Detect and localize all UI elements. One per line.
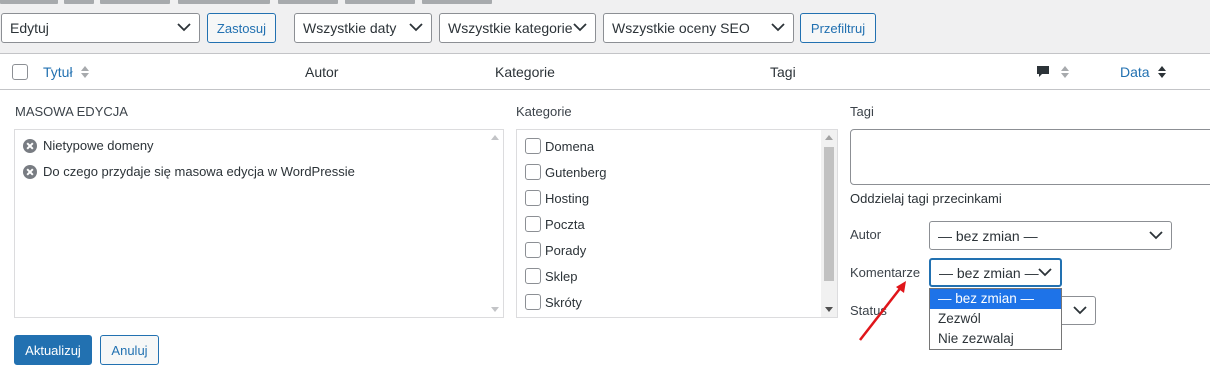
comments-dropdown-list: — bez zmian — Zezwól Nie zezwalaj [929,288,1062,350]
category-item[interactable]: Gutenberg [525,164,606,180]
column-author: Autor [305,64,339,80]
cancel-button[interactable]: Anuluj [100,335,159,365]
category-checkbox[interactable] [525,268,541,284]
tags-label: Tagi [850,104,874,119]
view-links-strip [0,0,1210,6]
author-select[interactable]: — bez zmian — [929,221,1172,250]
chevron-down-icon [771,23,785,32]
chevron-down-icon [1073,305,1087,314]
scroll-up-icon[interactable] [825,135,833,140]
dropdown-option[interactable]: Nie zezwalaj [930,329,1061,349]
category-checkbox[interactable] [525,294,541,310]
category-item[interactable]: Domena [525,138,594,154]
list-item: Nietypowe domeny [23,138,154,153]
categories-label: Kategorie [516,104,572,119]
category-checkbox[interactable] [525,138,541,154]
category-item[interactable]: Hosting [525,190,589,206]
category-item[interactable]: Poczta [525,216,585,232]
column-comments[interactable] [1036,64,1070,80]
bulk-edit-heading: MASOWA EDYCJA [15,104,128,119]
sort-icon [1060,66,1069,78]
seo-filter-select[interactable]: Wszystkie oceny SEO [603,13,794,43]
comment-bubble-icon [1037,66,1049,77]
category-checkbox[interactable] [525,190,541,206]
chevron-down-icon [177,23,191,32]
list-item: Do czego przydaje się masowa edycja w Wo… [23,164,355,179]
select-all-checkbox[interactable] [12,64,28,80]
date-filter-select[interactable]: Wszystkie daty [294,13,432,43]
category-item[interactable]: Skróty [525,294,582,310]
comments-select[interactable]: — bez zmian — [929,258,1062,287]
column-categories: Kategorie [495,64,555,80]
posts-table-header: Tytuł Autor Kategorie Tagi Data [0,53,1210,90]
sort-icon [81,66,90,78]
scrollbar-thumb[interactable] [824,147,834,281]
scroll-down-icon[interactable] [825,307,833,312]
bulk-action-select[interactable]: Edytuj [1,13,200,43]
scroll-up-icon[interactable] [491,135,499,140]
column-title[interactable]: Tytuł [43,64,90,80]
category-checkbox[interactable] [525,242,541,258]
category-filter-select[interactable]: Wszystkie kategorie [439,13,596,43]
chevron-down-icon [409,23,423,32]
category-item[interactable]: Porady [525,242,586,258]
selected-posts-list: Nietypowe domeny Do czego przydaje się m… [14,129,504,318]
dropdown-option[interactable]: — bez zmian — [930,289,1061,309]
scrollbar[interactable] [487,130,503,317]
category-checkbox[interactable] [525,164,541,180]
annotation-arrow-icon [859,281,906,341]
scroll-down-icon[interactable] [491,307,499,312]
sort-desc-icon [1158,66,1167,78]
remove-circle-icon[interactable] [23,164,37,179]
chevron-down-icon [573,23,587,32]
author-label: Autor [850,227,882,242]
apply-button[interactable]: Zastosuj [207,13,276,43]
scrollbar[interactable] [821,130,837,317]
chevron-down-icon [1038,267,1052,276]
tags-hint: Oddzielaj tagi przecinkami [850,191,1002,206]
category-item[interactable]: Sklep [525,268,578,284]
chevron-down-icon [1149,230,1163,239]
tags-textarea[interactable] [850,129,1210,185]
column-tags: Tagi [770,64,796,80]
dropdown-option[interactable]: Zezwól [930,309,1061,329]
categories-checklist: Domena Gutenberg Hosting Poczta Porady S… [516,129,838,318]
category-checkbox[interactable] [525,216,541,232]
update-button[interactable]: Aktualizuj [14,335,92,365]
remove-circle-icon[interactable] [23,138,37,153]
filter-button[interactable]: Przefiltruj [800,13,876,43]
column-date[interactable]: Data [1120,64,1167,80]
